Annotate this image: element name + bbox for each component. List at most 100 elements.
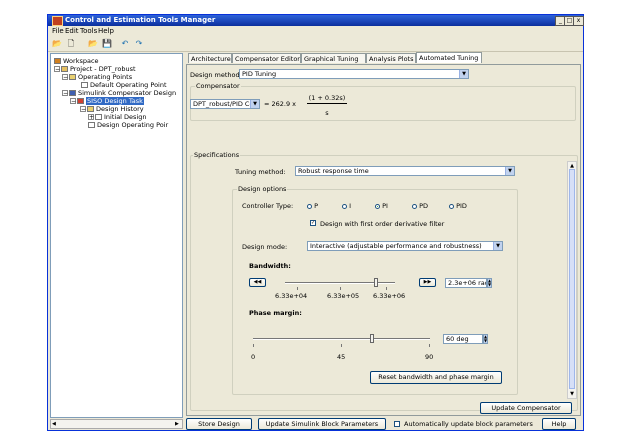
title-bar[interactable]: Control and Estimation Tools Manager _ □…: [48, 15, 584, 26]
chevron-down-icon: ▼: [459, 70, 468, 78]
phase-margin-slider-thumb[interactable]: [370, 334, 374, 343]
menu-file[interactable]: File: [52, 27, 64, 35]
tree-node-operating-points[interactable]: − Operating Points: [62, 73, 132, 81]
app-icon: [52, 16, 63, 26]
collapse-icon[interactable]: −: [80, 106, 86, 113]
open-icon[interactable]: 📂: [88, 39, 98, 48]
phase-margin-tick-label: 45: [337, 353, 346, 361]
bandwidth-tick: [340, 287, 341, 290]
controller-type-pd[interactable]: PD: [412, 202, 428, 210]
scroll-right-icon[interactable]: ▶: [175, 421, 181, 427]
store-design-button[interactable]: Store Design: [186, 418, 252, 430]
radio-i[interactable]: [342, 203, 347, 209]
tree-node-simulink-compensator-design[interactable]: − Simulink Compensator Design: [62, 89, 176, 97]
design-history-icon: [87, 106, 94, 112]
compensator-gain: = 262.9 x: [264, 100, 297, 108]
bandwidth-spinner[interactable]: ▲ ▼: [487, 278, 492, 288]
toolbar: 📂 🗋 📂 💾 ↶ ↷: [48, 37, 583, 52]
bandwidth-tick-label: 6.33e+04: [275, 292, 308, 300]
reset-bandwidth-phase-margin-button[interactable]: Reset bandwidth and phase margin: [370, 371, 502, 384]
derivative-filter-checkbox[interactable]: ✓: [310, 220, 316, 226]
operating-point-icon: [88, 122, 95, 128]
design-method-dropdown[interactable]: PID Tuning ▼: [239, 69, 469, 79]
close-button[interactable]: x: [573, 16, 584, 26]
scrollbar-thumb[interactable]: [569, 169, 575, 389]
chevron-down-icon: ▼: [250, 100, 259, 108]
workspace-icon: [54, 58, 61, 64]
tuning-method-label: Tuning method:: [235, 168, 286, 176]
bandwidth-slider-thumb[interactable]: [374, 278, 378, 287]
bottom-bar: Store Design Update Simulink Block Param…: [186, 418, 581, 430]
phase-margin-spinner[interactable]: ▲ ▼: [483, 334, 488, 344]
fraction-bar: [307, 103, 347, 104]
collapse-icon[interactable]: −: [62, 90, 68, 97]
compensator-numerator: (1 + 0.32s): [308, 94, 346, 102]
redo-icon[interactable]: ↷: [134, 39, 144, 48]
controller-type-i[interactable]: I: [342, 202, 351, 210]
tab-graphical-tuning[interactable]: Graphical Tuning: [301, 53, 366, 63]
bandwidth-tick-label: 6.33e+06: [373, 292, 406, 300]
collapse-icon[interactable]: −: [62, 74, 68, 81]
update-simulink-block-parameters-button[interactable]: Update Simulink Block Parameters: [258, 418, 386, 430]
tab-architecture[interactable]: Architecture: [188, 53, 232, 63]
collapse-icon[interactable]: −: [54, 66, 60, 73]
bandwidth-tick-label: 6.33e+05: [327, 292, 360, 300]
menu-edit[interactable]: Edit: [65, 27, 79, 35]
bandwidth-input[interactable]: 2.3e+06 rad/s: [445, 278, 487, 288]
compensator-group-label: Compensator: [195, 82, 241, 90]
folder-open-icon[interactable]: 📂: [52, 39, 62, 48]
simulink-icon: [69, 90, 76, 96]
undo-icon[interactable]: ↶: [120, 39, 130, 48]
bandwidth-decrease-button[interactable]: ◀◀: [249, 278, 266, 287]
app-window: Control and Estimation Tools Manager _ □…: [47, 14, 584, 431]
tab-analysis-plots[interactable]: Analysis Plots: [366, 53, 416, 63]
radio-pi[interactable]: [375, 203, 380, 209]
new-document-icon[interactable]: 🗋: [66, 39, 76, 48]
menu-help[interactable]: Help: [98, 27, 114, 35]
design-mode-dropdown[interactable]: Interactive (adjustable performance and …: [307, 241, 503, 251]
phase-margin-label: Phase margin:: [249, 309, 302, 317]
specifications-group-label: Specifications: [193, 151, 241, 159]
tree-node-default-operating-point[interactable]: Default Operating Point: [81, 81, 167, 89]
controller-type-pi[interactable]: PI: [375, 202, 388, 210]
tuning-method-dropdown[interactable]: Robust response time ▼: [295, 166, 515, 176]
update-compensator-button[interactable]: Update Compensator: [480, 402, 572, 414]
scroll-left-icon[interactable]: ◀: [52, 421, 58, 427]
tree-node-design-operating-point[interactable]: Design Operating Poir: [88, 121, 168, 129]
tree-node-siso-design-task[interactable]: − SISO Design Task: [70, 97, 144, 105]
collapse-icon[interactable]: −: [70, 98, 76, 105]
radio-p[interactable]: [307, 203, 312, 209]
phase-margin-tick: [341, 344, 342, 347]
tree-node-project[interactable]: − Project - DPT_robust: [54, 65, 136, 73]
chevron-down-icon: ▼: [505, 167, 514, 175]
bandwidth-increase-button[interactable]: ▶▶: [419, 278, 436, 287]
tree-node-workspace[interactable]: Workspace: [54, 57, 99, 65]
expand-icon[interactable]: +: [88, 114, 94, 121]
phase-margin-input[interactable]: 60 deg: [443, 334, 483, 344]
save-icon[interactable]: 💾: [102, 39, 112, 48]
controller-type-p[interactable]: P: [307, 202, 318, 210]
tree-node-initial-design[interactable]: + Initial Design: [88, 113, 147, 121]
scroll-down-icon[interactable]: ▼: [569, 391, 575, 397]
design-mode-label: Design mode:: [242, 243, 288, 251]
project-icon: [61, 66, 68, 72]
radio-pid[interactable]: [449, 203, 454, 209]
bandwidth-label: Bandwidth:: [249, 262, 291, 270]
phase-margin-tick-label: 0: [251, 353, 256, 361]
tab-automated-tuning[interactable]: Automated Tuning: [416, 52, 482, 63]
controller-type-pid[interactable]: PID: [449, 202, 467, 210]
auto-update-checkbox[interactable]: [394, 421, 400, 427]
radio-pd[interactable]: [412, 203, 417, 209]
chevron-down-icon: ▼: [493, 242, 502, 250]
tree-node-design-history[interactable]: − Design History: [80, 105, 144, 113]
specifications-vertical-scrollbar[interactable]: ▲ ▼: [567, 161, 577, 399]
bandwidth-slider-track: [285, 282, 395, 284]
compensator-selector[interactable]: DPT_robust/PID Controller1 ▼: [190, 99, 260, 109]
help-button[interactable]: Help: [542, 418, 576, 430]
tree-horizontal-scrollbar[interactable]: ◀ ▶: [50, 419, 183, 429]
bandwidth-tick: [386, 287, 387, 290]
phase-margin-slider-track: [253, 338, 430, 340]
tab-compensator-editor[interactable]: Compensator Editor: [232, 53, 301, 63]
menu-tools[interactable]: Tools: [80, 27, 97, 35]
phase-margin-tick-label: 90: [425, 353, 434, 361]
